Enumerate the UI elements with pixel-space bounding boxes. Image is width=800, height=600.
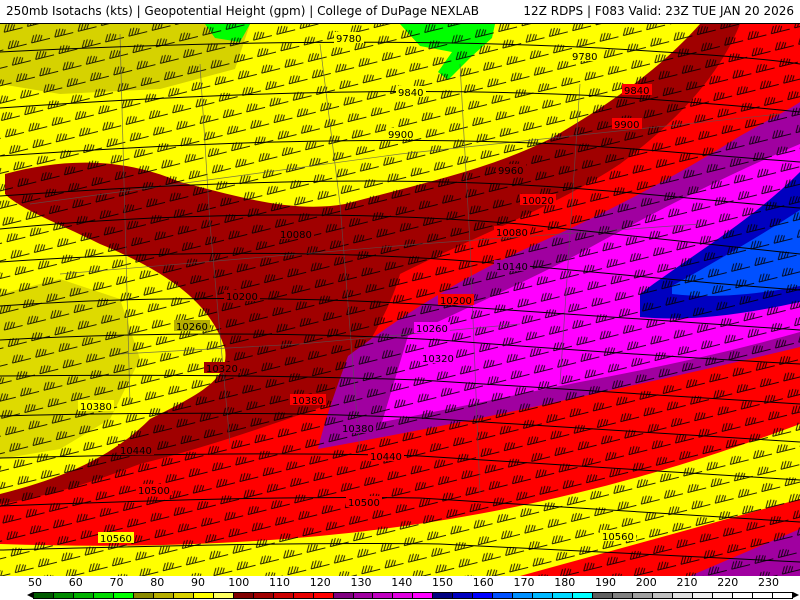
legend-label: 190	[595, 576, 616, 589]
height-label-10380-c: 10380	[342, 424, 374, 435]
height-label-10260-b: 10260	[416, 324, 448, 335]
colorbar-box	[772, 593, 792, 598]
colorbar	[33, 592, 793, 599]
colorbar-box	[453, 593, 474, 598]
colorbar-box	[333, 593, 354, 598]
colorbar-box	[493, 593, 514, 598]
height-label-9900-b: 9900	[614, 120, 639, 131]
height-label-9780-b: 9780	[572, 52, 597, 63]
legend-label: 170	[513, 576, 535, 589]
colorbar-box	[53, 593, 74, 598]
height-label-10440-a: 10440	[120, 446, 152, 457]
height-label-9900-a: 9900	[388, 130, 413, 141]
model-valid-time: 12Z RDPS | F083 Valid: 23Z TUE JAN 20 20…	[523, 4, 794, 18]
height-label-10380-a: 10380	[80, 402, 112, 413]
height-label-9780-a: 9780	[336, 34, 361, 45]
height-label-10560-a: 10560	[100, 534, 132, 545]
legend-label: 90	[191, 576, 205, 589]
colorbar-box	[34, 593, 54, 598]
height-label-9840-b: 9840	[624, 86, 649, 97]
height-label-10260-a: 10260	[176, 322, 208, 333]
colorbar-box	[253, 593, 274, 598]
weather-map: 9780 9780 9840 9840 9900 9900 9960 10020…	[0, 24, 800, 576]
legend-label: 60	[68, 576, 83, 589]
colorbar-box	[153, 593, 174, 598]
colorbar-box	[193, 593, 214, 598]
height-label-9840-a: 9840	[398, 88, 423, 99]
legend-label: 150	[432, 576, 453, 589]
colorbar-box	[313, 593, 334, 598]
height-label-10320-b: 10320	[422, 354, 454, 365]
colorbar-box	[173, 593, 194, 598]
legend-label: 70	[109, 576, 124, 589]
height-label-10080-a: 10080	[280, 230, 312, 241]
colorbar-box	[213, 593, 234, 598]
legend-label: 160	[472, 576, 494, 589]
colorbar-box	[732, 593, 753, 598]
height-label-10560-b: 10560	[602, 532, 634, 543]
height-label-10440-b: 10440	[370, 452, 402, 463]
colorbar-box	[692, 593, 713, 598]
colorbar-box	[233, 593, 254, 598]
colorbar-box	[433, 593, 454, 598]
height-label-10200-b: 10200	[440, 296, 472, 307]
colorbar-box	[73, 593, 94, 598]
colorbar-box	[93, 593, 114, 598]
legend-label: 200	[635, 576, 657, 589]
height-label-10320-a: 10320	[206, 364, 238, 375]
colorbar-box	[653, 593, 673, 598]
legend-label: 130	[350, 576, 372, 589]
colorbar-box	[613, 593, 634, 598]
colorbar-box	[293, 593, 314, 598]
colorbar-box	[533, 593, 554, 598]
colorbar-box	[573, 593, 594, 598]
legend-label: 180	[554, 576, 576, 589]
colorbar-box	[712, 593, 733, 598]
legend-label: 140	[391, 576, 413, 589]
product-title: 250mb Isotachs (kts) | Geopotential Heig…	[6, 4, 479, 18]
legend-label: 50	[28, 576, 42, 589]
colorbar-box	[353, 593, 374, 598]
height-label-9960: 9960	[498, 166, 523, 177]
colorbar-box	[593, 593, 614, 598]
height-label-10200-a: 10200	[226, 292, 258, 303]
header-bar: 250mb Isotachs (kts) | Geopotential Heig…	[0, 0, 800, 24]
colorbar-box	[553, 593, 574, 598]
legend-label: 210	[676, 576, 698, 589]
colorbar-box	[673, 593, 693, 598]
legend-label: 80	[150, 576, 165, 589]
height-label-10020: 10020	[522, 196, 554, 207]
colorbar-box	[113, 593, 134, 598]
height-label-10080-b: 10080	[496, 228, 528, 239]
colorbar-box	[373, 593, 394, 598]
colorbar-arrow-right	[793, 592, 799, 598]
colorbar-box	[413, 593, 434, 598]
legend-label: 120	[309, 576, 331, 589]
legend-label: 110	[269, 576, 290, 589]
height-label-10500-a: 10500	[138, 486, 170, 497]
colorbar-box	[633, 593, 654, 598]
colorbar-box	[273, 593, 294, 598]
height-label-10380-b: 10380	[292, 396, 324, 407]
legend-label: 220	[717, 576, 739, 589]
height-label-10140: 10140	[496, 262, 528, 273]
colorbar-box	[513, 593, 534, 598]
legend-label: 100	[228, 576, 250, 589]
colorbar-box	[133, 593, 154, 598]
height-label-10500-b: 10500	[348, 498, 380, 509]
colorbar-box	[393, 593, 414, 598]
colorbar-box	[752, 593, 773, 598]
legend-label: 230	[758, 576, 779, 589]
colorbar-box	[473, 593, 494, 598]
isotach-legend: 50 60 70 80 90 100 110 120 130 140 150 160 170 180 190…	[0, 576, 800, 600]
